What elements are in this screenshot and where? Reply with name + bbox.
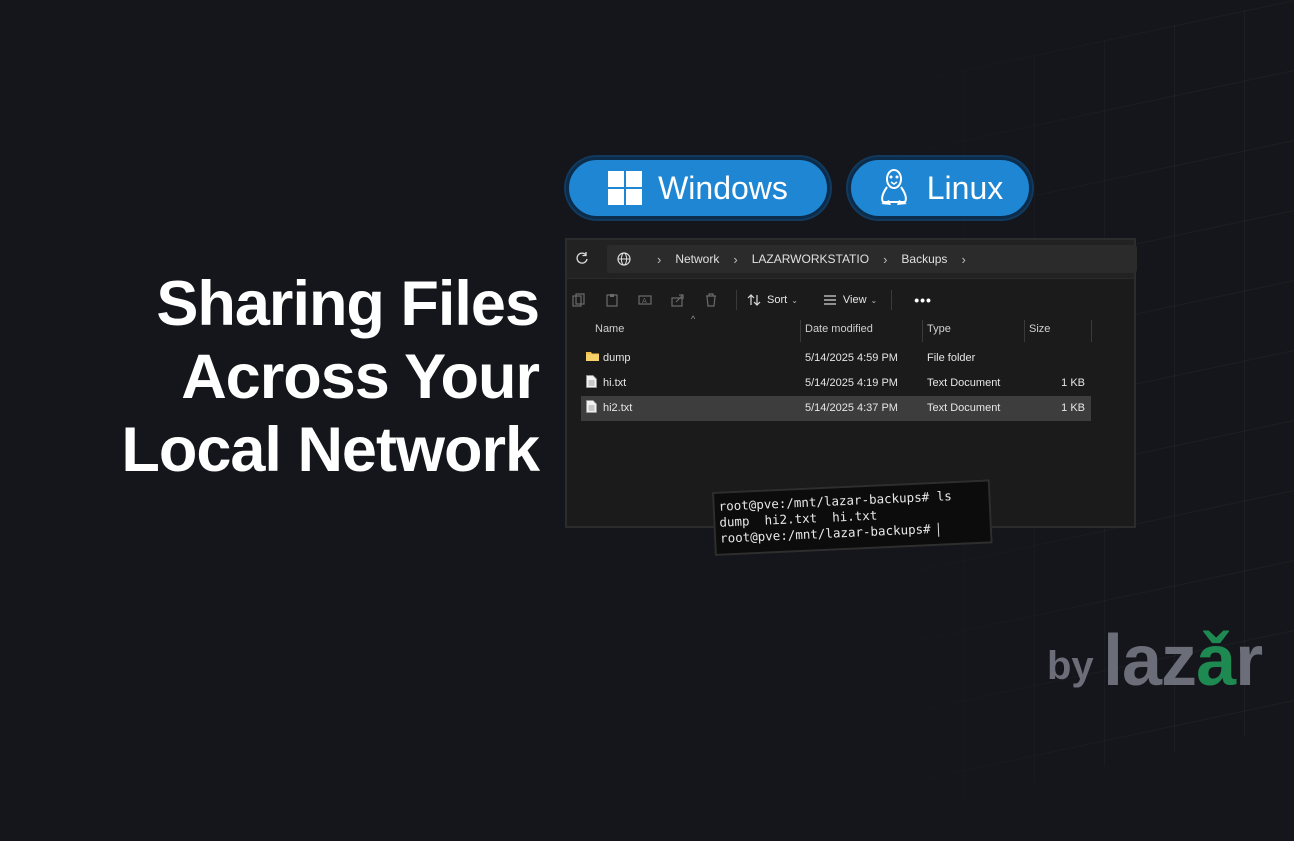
breadcrumb-chevron-icon: › — [733, 251, 738, 267]
column-type[interactable]: Type — [927, 323, 951, 335]
brand-name: lazǎr — [1103, 620, 1263, 702]
sort-label: Sort — [767, 294, 788, 306]
view-button[interactable]: View ⌄ — [823, 293, 877, 307]
copy-icon[interactable] — [572, 293, 586, 307]
file-type: Text Document — [927, 377, 1001, 389]
command-bar: A Sort ⌄ View ⌄ ••• — [567, 286, 1134, 314]
column-size[interactable]: Size — [1029, 323, 1050, 335]
breadcrumb-network[interactable]: Network — [675, 252, 719, 266]
file-date: 5/14/2025 4:19 PM — [805, 377, 898, 389]
view-label: View — [842, 294, 867, 306]
linux-badge: Linux — [848, 157, 1032, 219]
terminal-cursor — [937, 522, 940, 537]
file-date: 5/14/2025 4:59 PM — [805, 352, 898, 364]
headline-line-1: Sharing Files — [156, 269, 540, 339]
file-name: hi.txt — [603, 377, 627, 389]
column-date-modified[interactable]: Date modified — [805, 323, 873, 335]
file-size: 1 KB — [1061, 377, 1085, 389]
column-divider[interactable] — [922, 320, 923, 342]
more-options-icon[interactable]: ••• — [914, 292, 932, 308]
column-headers: ^ Name Date modified Type Size — [567, 314, 1134, 342]
toolbar-divider — [736, 290, 737, 310]
column-divider[interactable] — [1091, 320, 1092, 342]
toolbar-divider — [891, 290, 893, 310]
sort-arrows-icon — [747, 294, 761, 306]
network-globe-icon — [617, 252, 631, 266]
file-name: hi2.txt — [603, 402, 633, 414]
brand-name-end: r — [1235, 621, 1263, 701]
address-row: › Network › LAZARWORKSTATIO › Backups › — [567, 240, 1137, 279]
headline-line-3: Local Network — [121, 415, 540, 485]
linux-badge-label: Linux — [926, 169, 1004, 206]
text-file-icon — [586, 400, 597, 413]
delete-icon[interactable] — [704, 293, 718, 307]
brand-logo: by lazǎr — [1047, 620, 1267, 702]
sort-indicator-icon: ^ — [691, 314, 696, 324]
folder-icon — [586, 352, 599, 361]
paste-icon[interactable] — [605, 293, 619, 307]
column-name[interactable]: Name — [595, 323, 624, 335]
file-date: 5/14/2025 4:37 PM — [805, 402, 898, 414]
breadcrumb-chevron-icon: › — [883, 251, 888, 267]
brand-name-start: laz — [1103, 621, 1197, 701]
address-bar[interactable]: › Network › LAZARWORKSTATIO › Backups › — [607, 245, 1137, 273]
share-icon[interactable] — [671, 293, 685, 307]
file-type: Text Document — [927, 402, 1001, 414]
windows-badge-label: Windows — [658, 169, 788, 206]
file-row-hi-txt[interactable]: hi.txt 5/14/2025 4:19 PM Text Document 1… — [581, 371, 1091, 396]
windows-logo-icon — [608, 171, 643, 205]
windows-badge: Windows — [566, 157, 830, 219]
file-row-hi2-txt[interactable]: hi2.txt 5/14/2025 4:37 PM Text Document … — [581, 396, 1091, 421]
file-row-dump[interactable]: dump 5/14/2025 4:59 PM File folder — [581, 346, 1091, 371]
file-list: dump 5/14/2025 4:59 PM File folder hi.tx… — [581, 346, 1091, 421]
view-list-icon — [823, 295, 836, 305]
sort-button[interactable]: Sort ⌄ — [747, 293, 798, 307]
column-divider[interactable] — [1024, 320, 1025, 342]
rename-icon[interactable]: A — [638, 293, 652, 307]
breadcrumb-chevron-icon: › — [657, 251, 662, 267]
breadcrumb-chevron-icon[interactable]: › — [961, 252, 965, 267]
svg-text:A: A — [642, 297, 647, 305]
chevron-down-icon: ⌄ — [870, 295, 878, 305]
tux-penguin-icon — [880, 169, 907, 205]
chevron-down-icon: ⌄ — [791, 295, 798, 305]
file-type: File folder — [927, 352, 976, 364]
column-divider[interactable] — [800, 320, 801, 342]
brand-by: by — [1047, 644, 1094, 688]
headline-line-2: Across Your — [181, 342, 540, 412]
breadcrumb-backups[interactable]: Backups — [901, 252, 947, 266]
file-explorer-window: › Network › LAZARWORKSTATIO › Backups › … — [565, 238, 1137, 528]
file-name: dump — [603, 352, 631, 364]
terminal-window: root@pve:/mnt/lazar-backups# ls dump hi2… — [712, 479, 993, 556]
page-headline: Sharing Files Across Your Local Network — [19, 268, 540, 487]
refresh-icon[interactable] — [575, 251, 589, 265]
breadcrumb-workstation[interactable]: LAZARWORKSTATIO — [752, 252, 869, 266]
brand-name-accent: ǎ — [1196, 621, 1236, 701]
file-size: 1 KB — [1061, 402, 1085, 414]
text-file-icon — [586, 375, 597, 388]
